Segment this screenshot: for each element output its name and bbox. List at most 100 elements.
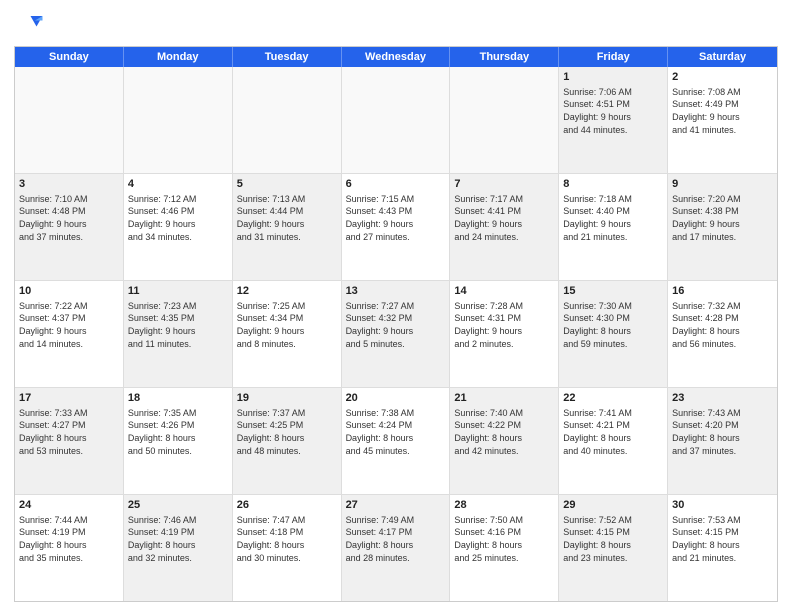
day-number: 30 [672, 498, 773, 513]
day-info: Sunrise: 7:40 AM Sunset: 4:22 PM Dayligh… [454, 407, 554, 457]
day-info: Sunrise: 7:12 AM Sunset: 4:46 PM Dayligh… [128, 193, 228, 243]
calendar-cell: 18Sunrise: 7:35 AM Sunset: 4:26 PM Dayli… [124, 388, 233, 494]
calendar-cell: 19Sunrise: 7:37 AM Sunset: 4:25 PM Dayli… [233, 388, 342, 494]
day-number: 13 [346, 284, 446, 299]
day-number: 25 [128, 498, 228, 513]
weekday-header: Tuesday [233, 47, 342, 67]
calendar-cell: 9Sunrise: 7:20 AM Sunset: 4:38 PM Daylig… [668, 174, 777, 280]
calendar-week-row: 1Sunrise: 7:06 AM Sunset: 4:51 PM Daylig… [15, 67, 777, 174]
calendar-cell: 12Sunrise: 7:25 AM Sunset: 4:34 PM Dayli… [233, 281, 342, 387]
day-info: Sunrise: 7:49 AM Sunset: 4:17 PM Dayligh… [346, 514, 446, 564]
day-number: 19 [237, 391, 337, 406]
day-number: 1 [563, 70, 663, 85]
day-number: 20 [346, 391, 446, 406]
day-info: Sunrise: 7:27 AM Sunset: 4:32 PM Dayligh… [346, 300, 446, 350]
day-number: 24 [19, 498, 119, 513]
calendar-cell: 2Sunrise: 7:08 AM Sunset: 4:49 PM Daylig… [668, 67, 777, 173]
calendar-week-row: 3Sunrise: 7:10 AM Sunset: 4:48 PM Daylig… [15, 174, 777, 281]
calendar-cell: 10Sunrise: 7:22 AM Sunset: 4:37 PM Dayli… [15, 281, 124, 387]
day-number: 16 [672, 284, 773, 299]
day-info: Sunrise: 7:17 AM Sunset: 4:41 PM Dayligh… [454, 193, 554, 243]
calendar-cell: 28Sunrise: 7:50 AM Sunset: 4:16 PM Dayli… [450, 495, 559, 601]
calendar-cell: 24Sunrise: 7:44 AM Sunset: 4:19 PM Dayli… [15, 495, 124, 601]
day-info: Sunrise: 7:06 AM Sunset: 4:51 PM Dayligh… [563, 86, 663, 136]
calendar-cell: 27Sunrise: 7:49 AM Sunset: 4:17 PM Dayli… [342, 495, 451, 601]
calendar-cell: 6Sunrise: 7:15 AM Sunset: 4:43 PM Daylig… [342, 174, 451, 280]
calendar-cell: 4Sunrise: 7:12 AM Sunset: 4:46 PM Daylig… [124, 174, 233, 280]
calendar-cell: 21Sunrise: 7:40 AM Sunset: 4:22 PM Dayli… [450, 388, 559, 494]
calendar-week-row: 10Sunrise: 7:22 AM Sunset: 4:37 PM Dayli… [15, 281, 777, 388]
day-info: Sunrise: 7:35 AM Sunset: 4:26 PM Dayligh… [128, 407, 228, 457]
day-info: Sunrise: 7:38 AM Sunset: 4:24 PM Dayligh… [346, 407, 446, 457]
calendar-cell: 8Sunrise: 7:18 AM Sunset: 4:40 PM Daylig… [559, 174, 668, 280]
day-number: 17 [19, 391, 119, 406]
calendar-cell: 25Sunrise: 7:46 AM Sunset: 4:19 PM Dayli… [124, 495, 233, 601]
calendar-cell: 14Sunrise: 7:28 AM Sunset: 4:31 PM Dayli… [450, 281, 559, 387]
header [14, 10, 778, 40]
calendar-cell: 15Sunrise: 7:30 AM Sunset: 4:30 PM Dayli… [559, 281, 668, 387]
day-number: 11 [128, 284, 228, 299]
day-number: 26 [237, 498, 337, 513]
day-info: Sunrise: 7:25 AM Sunset: 4:34 PM Dayligh… [237, 300, 337, 350]
day-info: Sunrise: 7:30 AM Sunset: 4:30 PM Dayligh… [563, 300, 663, 350]
day-number: 9 [672, 177, 773, 192]
day-info: Sunrise: 7:28 AM Sunset: 4:31 PM Dayligh… [454, 300, 554, 350]
day-number: 23 [672, 391, 773, 406]
calendar-cell: 11Sunrise: 7:23 AM Sunset: 4:35 PM Dayli… [124, 281, 233, 387]
calendar-cell: 3Sunrise: 7:10 AM Sunset: 4:48 PM Daylig… [15, 174, 124, 280]
weekday-header: Wednesday [342, 47, 451, 67]
day-info: Sunrise: 7:50 AM Sunset: 4:16 PM Dayligh… [454, 514, 554, 564]
day-info: Sunrise: 7:10 AM Sunset: 4:48 PM Dayligh… [19, 193, 119, 243]
logo [14, 10, 48, 40]
calendar-body: 1Sunrise: 7:06 AM Sunset: 4:51 PM Daylig… [15, 67, 777, 601]
day-number: 14 [454, 284, 554, 299]
day-info: Sunrise: 7:18 AM Sunset: 4:40 PM Dayligh… [563, 193, 663, 243]
day-number: 4 [128, 177, 228, 192]
calendar-cell [15, 67, 124, 173]
day-info: Sunrise: 7:43 AM Sunset: 4:20 PM Dayligh… [672, 407, 773, 457]
weekday-header: Sunday [15, 47, 124, 67]
page: SundayMondayTuesdayWednesdayThursdayFrid… [0, 0, 792, 612]
calendar: SundayMondayTuesdayWednesdayThursdayFrid… [14, 46, 778, 602]
day-info: Sunrise: 7:46 AM Sunset: 4:19 PM Dayligh… [128, 514, 228, 564]
weekday-header: Friday [559, 47, 668, 67]
day-number: 29 [563, 498, 663, 513]
logo-icon [14, 10, 44, 40]
calendar-cell [233, 67, 342, 173]
day-number: 5 [237, 177, 337, 192]
calendar-header: SundayMondayTuesdayWednesdayThursdayFrid… [15, 47, 777, 67]
day-number: 22 [563, 391, 663, 406]
day-number: 3 [19, 177, 119, 192]
calendar-cell [342, 67, 451, 173]
calendar-cell: 7Sunrise: 7:17 AM Sunset: 4:41 PM Daylig… [450, 174, 559, 280]
calendar-cell: 22Sunrise: 7:41 AM Sunset: 4:21 PM Dayli… [559, 388, 668, 494]
day-info: Sunrise: 7:32 AM Sunset: 4:28 PM Dayligh… [672, 300, 773, 350]
day-info: Sunrise: 7:41 AM Sunset: 4:21 PM Dayligh… [563, 407, 663, 457]
weekday-header: Monday [124, 47, 233, 67]
day-number: 12 [237, 284, 337, 299]
day-info: Sunrise: 7:08 AM Sunset: 4:49 PM Dayligh… [672, 86, 773, 136]
day-number: 27 [346, 498, 446, 513]
day-info: Sunrise: 7:33 AM Sunset: 4:27 PM Dayligh… [19, 407, 119, 457]
calendar-cell: 30Sunrise: 7:53 AM Sunset: 4:15 PM Dayli… [668, 495, 777, 601]
calendar-cell [450, 67, 559, 173]
day-number: 10 [19, 284, 119, 299]
day-number: 15 [563, 284, 663, 299]
day-info: Sunrise: 7:20 AM Sunset: 4:38 PM Dayligh… [672, 193, 773, 243]
calendar-cell: 16Sunrise: 7:32 AM Sunset: 4:28 PM Dayli… [668, 281, 777, 387]
calendar-cell: 17Sunrise: 7:33 AM Sunset: 4:27 PM Dayli… [15, 388, 124, 494]
day-number: 21 [454, 391, 554, 406]
weekday-header: Saturday [668, 47, 777, 67]
day-number: 7 [454, 177, 554, 192]
calendar-cell: 23Sunrise: 7:43 AM Sunset: 4:20 PM Dayli… [668, 388, 777, 494]
day-info: Sunrise: 7:52 AM Sunset: 4:15 PM Dayligh… [563, 514, 663, 564]
calendar-week-row: 24Sunrise: 7:44 AM Sunset: 4:19 PM Dayli… [15, 495, 777, 601]
calendar-cell: 1Sunrise: 7:06 AM Sunset: 4:51 PM Daylig… [559, 67, 668, 173]
day-number: 6 [346, 177, 446, 192]
day-info: Sunrise: 7:44 AM Sunset: 4:19 PM Dayligh… [19, 514, 119, 564]
day-number: 2 [672, 70, 773, 85]
calendar-cell: 29Sunrise: 7:52 AM Sunset: 4:15 PM Dayli… [559, 495, 668, 601]
calendar-cell: 26Sunrise: 7:47 AM Sunset: 4:18 PM Dayli… [233, 495, 342, 601]
calendar-week-row: 17Sunrise: 7:33 AM Sunset: 4:27 PM Dayli… [15, 388, 777, 495]
calendar-cell [124, 67, 233, 173]
